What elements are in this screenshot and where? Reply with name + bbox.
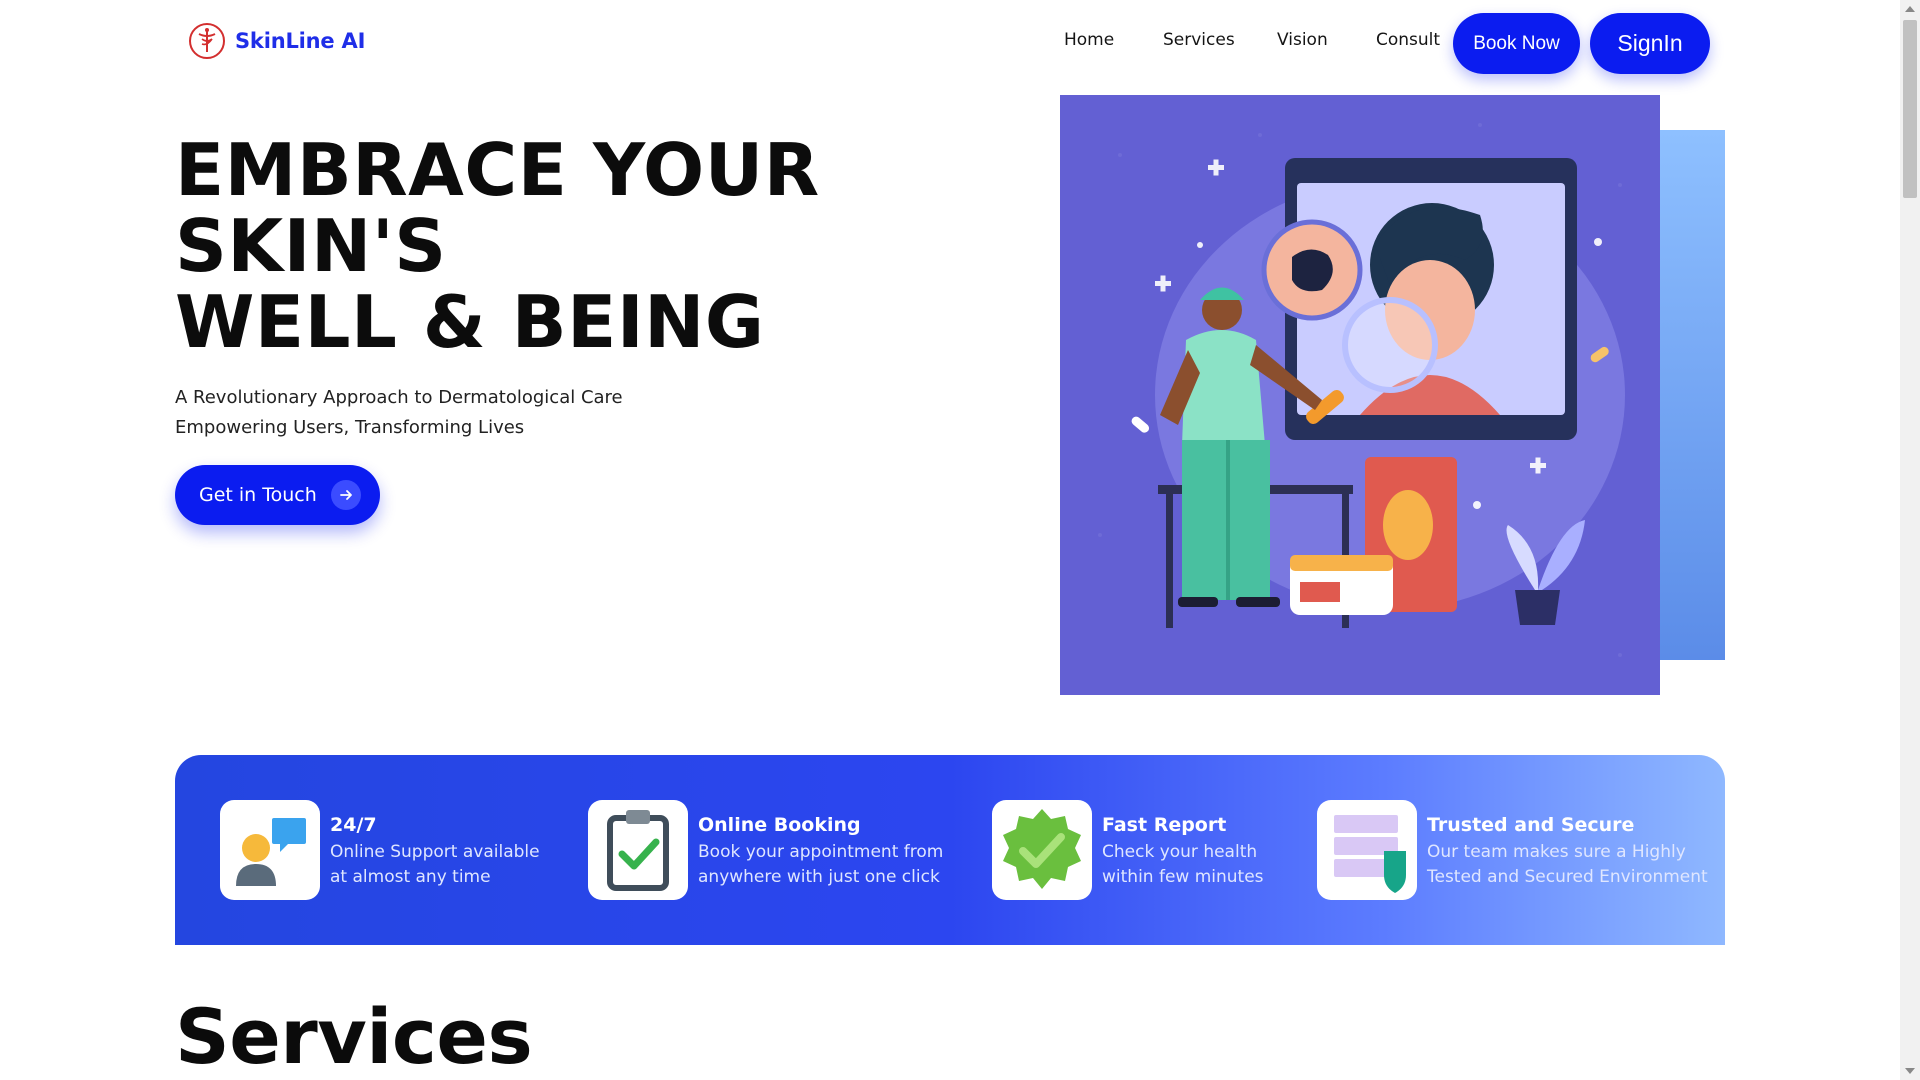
shield-list-icon bbox=[1317, 800, 1417, 900]
hero-subtitle-line1: A Revolutionary Approach to Dermatologic… bbox=[175, 387, 623, 408]
hero-subtitle: A Revolutionary Approach to Dermatologic… bbox=[175, 383, 623, 443]
feature-desc-line2: at almost any time bbox=[330, 867, 491, 887]
hero-title: EMBRACE YOUR SKIN'S WELL & BEING bbox=[175, 132, 820, 360]
services-heading: Services bbox=[175, 992, 533, 1080]
support-chat-icon bbox=[220, 800, 320, 900]
hero-subtitle-line2: Empowering Users, Transforming Lives bbox=[175, 417, 525, 438]
dermatologist-illustration bbox=[1098, 123, 1625, 657]
arrow-right-icon bbox=[330, 480, 361, 510]
get-in-touch-button[interactable]: Get in Touch bbox=[175, 465, 380, 525]
nav-consult[interactable]: Consult bbox=[1376, 30, 1440, 50]
get-in-touch-label: Get in Touch bbox=[199, 484, 317, 506]
clipboard-check-icon bbox=[588, 800, 688, 900]
feature-desc-line1: Online Support available bbox=[330, 842, 540, 862]
feature-desc-line1: Our team makes sure a Highly bbox=[1427, 842, 1686, 862]
hero-illustration bbox=[1060, 95, 1660, 695]
book-now-button[interactable]: Book Now bbox=[1453, 13, 1580, 74]
scrollbar-thumb[interactable] bbox=[1903, 20, 1917, 198]
feature-desc-line1: Check your health bbox=[1102, 842, 1258, 862]
nav-services[interactable]: Services bbox=[1163, 30, 1235, 50]
nav-home[interactable]: Home bbox=[1064, 30, 1114, 50]
feature-title: Trusted and Secure bbox=[1427, 814, 1635, 836]
brand-name: SkinLine AI bbox=[235, 29, 366, 53]
feature-title: 24/7 bbox=[330, 814, 377, 836]
hero-title-line3: WELL & BEING bbox=[175, 280, 765, 364]
features-band: 24/7 Online Support available at almost … bbox=[175, 755, 1725, 945]
caduceus-logo-icon bbox=[189, 23, 225, 59]
badge-check-icon bbox=[992, 800, 1092, 900]
scroll-down-icon[interactable] bbox=[1905, 1068, 1915, 1074]
signin-button[interactable]: SignIn bbox=[1590, 13, 1710, 74]
scroll-up-icon[interactable] bbox=[1905, 6, 1915, 12]
hero-title-line2: SKIN'S bbox=[175, 204, 447, 288]
feature-desc-line1: Book your appointment from bbox=[698, 842, 944, 862]
feature-desc-line2: within few minutes bbox=[1102, 867, 1264, 887]
feature-booking: Online Booking Book your appointment fro… bbox=[588, 800, 943, 900]
feature-support: 24/7 Online Support available at almost … bbox=[220, 800, 540, 900]
hero-title-line1: EMBRACE YOUR bbox=[175, 128, 820, 212]
brand-logo[interactable]: SkinLine AI bbox=[188, 22, 365, 60]
feature-title: Online Booking bbox=[698, 814, 861, 836]
nav-vision[interactable]: Vision bbox=[1277, 30, 1328, 50]
page-scrollbar[interactable] bbox=[1900, 0, 1920, 1080]
feature-desc-line2: Tested and Secured Environment bbox=[1427, 867, 1708, 887]
feature-title: Fast Report bbox=[1102, 814, 1227, 836]
feature-secure: Trusted and Secure Our team makes sure a… bbox=[1317, 800, 1708, 900]
feature-fast-report: Fast Report Check your health within few… bbox=[992, 800, 1264, 900]
feature-desc-line2: anywhere with just one click bbox=[698, 867, 940, 887]
